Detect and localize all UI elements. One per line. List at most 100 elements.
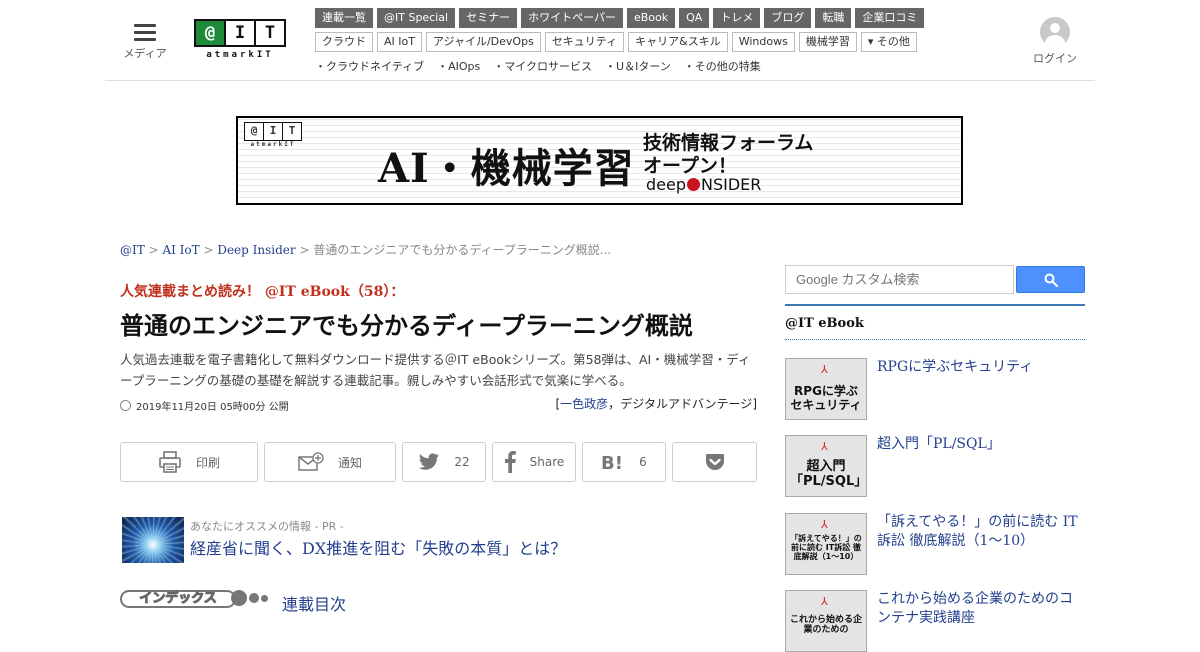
category-machine-learning[interactable]: 機械学習 xyxy=(798,32,857,52)
banner-logo-char: @ xyxy=(245,123,264,140)
printer-icon xyxy=(159,451,181,473)
nav-item-seminar[interactable]: セミナー xyxy=(459,8,518,28)
category-agile-devops[interactable]: アジャイル/DevOps xyxy=(425,32,541,52)
search-button[interactable] xyxy=(1016,266,1085,293)
index-dots-icon xyxy=(229,590,268,606)
forum-banner-ad[interactable]: @ I T atmarkIT AI・機械学習 技術情報フォーラム オープン！ d… xyxy=(236,116,963,205)
red-circle-icon xyxy=(687,178,700,191)
pocket-button[interactable] xyxy=(672,442,757,482)
category-ai-iot[interactable]: AI IoT xyxy=(377,32,422,52)
pdf-icon: ⅄ xyxy=(821,440,828,453)
pr-article-link[interactable]: 経産省に聞く、DX推進を阻む「失敗の本質」とは？ xyxy=(190,535,566,559)
index-badge: インデックス xyxy=(120,590,236,608)
series-index-link[interactable]: 連載目次 xyxy=(282,591,346,615)
breadcrumb-link[interactable]: AI IoT xyxy=(162,243,199,257)
site-header: メディア @ I T atmarkIT 連載一覧 @IT Special セミナ… xyxy=(105,0,1095,81)
ebook-cover[interactable]: ⅄ RPGに学ぶセキュリティ xyxy=(785,358,867,420)
logo-char: T xyxy=(264,23,276,43)
breadcrumb-link[interactable]: Deep Insider xyxy=(217,243,295,257)
twitter-share-button[interactable]: 22 xyxy=(402,442,486,482)
category-windows[interactable]: Windows xyxy=(731,32,795,52)
pdf-icon: ⅄ xyxy=(821,363,828,376)
deep-insider-left: deep xyxy=(646,175,686,194)
ebook-cover-title: RPGに学ぶセキュリティ xyxy=(790,384,862,412)
ebook-link[interactable]: 「訴えてやる！」の前に読む IT訴訟 徹底解説（1～10） xyxy=(877,513,1082,551)
deep-insider-logo: deep NSIDER xyxy=(646,175,761,194)
ebook-link[interactable]: 超入門「PL/SQL」 xyxy=(877,435,1082,454)
facebook-share-button[interactable]: Share xyxy=(492,442,576,482)
category-career-skill[interactable]: キャリア&スキル xyxy=(628,32,728,52)
deep-insider-right: NSIDER xyxy=(701,175,762,194)
hatena-count: 6 xyxy=(639,455,647,469)
ebook-cover[interactable]: ⅄ 超入門「PL/SQL」 xyxy=(785,435,867,497)
banner-title: AI・機械学習 xyxy=(378,145,635,192)
notify-button[interactable]: 通知 xyxy=(264,442,396,482)
feature-link[interactable]: ・U＆Iターン xyxy=(605,58,671,74)
site-logo[interactable]: @ I T atmarkIT xyxy=(194,19,286,63)
feature-link[interactable]: ・その他の特集 xyxy=(684,58,761,74)
category-more-dropdown[interactable]: ▾ その他 xyxy=(860,32,917,52)
category-security[interactable]: セキュリティ xyxy=(544,32,625,52)
ebook-cover[interactable]: ⅄ 「訴えてやる！」の前に読む IT訴訟 徹底解説（1〜10） xyxy=(785,513,867,575)
facebook-label: Share xyxy=(529,455,565,469)
user-avatar-icon xyxy=(1040,17,1070,47)
ebook-cover[interactable]: ⅄ これから始める企業のための xyxy=(785,590,867,652)
pdf-icon: ⅄ xyxy=(821,595,828,608)
login-button[interactable]: ログイン xyxy=(1030,17,1080,66)
ebook-link[interactable]: RPGに学ぶセキュリティ xyxy=(877,358,1082,377)
banner-logo: @ I T atmarkIT xyxy=(244,122,302,148)
nav-item-series[interactable]: 連載一覧 xyxy=(315,8,373,28)
feature-link[interactable]: ・AIOps xyxy=(437,58,480,74)
banner-forum-line2: オープン！ xyxy=(643,155,737,177)
mail-plus-icon xyxy=(298,452,324,471)
hatena-bookmark-button[interactable]: B! 6 xyxy=(582,442,666,482)
publisher-name: デジタルアドバンテージ xyxy=(620,397,753,411)
category-cloud[interactable]: クラウド xyxy=(315,32,373,52)
nav-item-ebook[interactable]: eBook xyxy=(626,8,676,28)
custom-search-input[interactable] xyxy=(785,265,1014,294)
nav-item-career[interactable]: 転職 xyxy=(815,8,852,28)
ebook-cover-title: 「訴えてやる！」の前に読む IT訴訟 徹底解説（1〜10） xyxy=(790,534,862,562)
nav-item-qa[interactable]: QA xyxy=(679,8,710,28)
banner-logo-subtitle: atmarkIT xyxy=(250,141,296,148)
svg-text:B!: B! xyxy=(601,453,623,471)
banner-logo-char: T xyxy=(288,124,296,137)
pr-thumbnail-image[interactable] xyxy=(122,517,184,563)
media-menu-label: メディア xyxy=(123,47,167,60)
logo-char: @ xyxy=(196,21,226,45)
article-kicker: 人気連載まとめ読み！ @IT eBook（58）： xyxy=(120,284,405,300)
hamburger-icon xyxy=(134,24,156,41)
publish-date: 2019年11月20日 05時00分 公開 xyxy=(120,398,289,413)
article-lead: 人気過去連載を電子書籍化して無料ダウンロード提供する＠IT eBookシリーズ。… xyxy=(120,352,751,388)
nav-item-blog[interactable]: ブログ xyxy=(764,8,812,28)
print-button[interactable]: 印刷 xyxy=(120,442,258,482)
print-label: 印刷 xyxy=(195,455,220,470)
ebook-section-heading: @IT eBook xyxy=(785,304,1085,340)
feature-nav: ・クラウドネイティブ ・AIOps ・マイクロサービス ・U＆Iターン ・その他… xyxy=(315,58,774,74)
media-menu-button[interactable]: メディア xyxy=(118,20,172,61)
publish-date-text: 2019年11月20日 05時00分 公開 xyxy=(136,402,289,413)
feature-link[interactable]: ・クラウドネイティブ xyxy=(315,58,424,74)
pocket-icon xyxy=(705,454,724,470)
author-link[interactable]: 一色政彦 xyxy=(560,397,608,411)
notify-label: 通知 xyxy=(337,455,362,470)
index-badge-text: インデックス xyxy=(139,591,218,606)
clock-icon xyxy=(120,400,131,411)
article-title: 普通のエンジニアでも分かるディープラーニング概説 xyxy=(120,311,693,340)
twitter-count: 22 xyxy=(454,455,470,469)
nav-item-toreme[interactable]: トレメ xyxy=(713,8,761,28)
ebook-link[interactable]: これから始める企業のためのコンテナ実践講座 xyxy=(877,590,1082,628)
login-label: ログイン xyxy=(1033,52,1077,65)
pr-label: あなたにオススメの情報 - PR - xyxy=(190,520,344,533)
breadcrumb-link[interactable]: @IT xyxy=(120,243,145,257)
facebook-icon xyxy=(504,451,516,473)
hatena-b-icon: B! xyxy=(601,453,623,471)
nav-item-whitepaper[interactable]: ホワイトペーパー xyxy=(521,8,623,28)
ebook-cover-title: これから始める企業のための xyxy=(790,615,863,636)
nav-item-reviews[interactable]: 企業口コミ xyxy=(855,8,925,28)
nav-item-special[interactable]: @IT Special xyxy=(377,8,456,28)
byline: [一色政彦，デジタルアドバンテージ] xyxy=(555,397,757,411)
twitter-bird-icon xyxy=(419,453,440,470)
feature-link[interactable]: ・マイクロサービス xyxy=(493,58,592,74)
pdf-icon: ⅄ xyxy=(821,518,828,531)
